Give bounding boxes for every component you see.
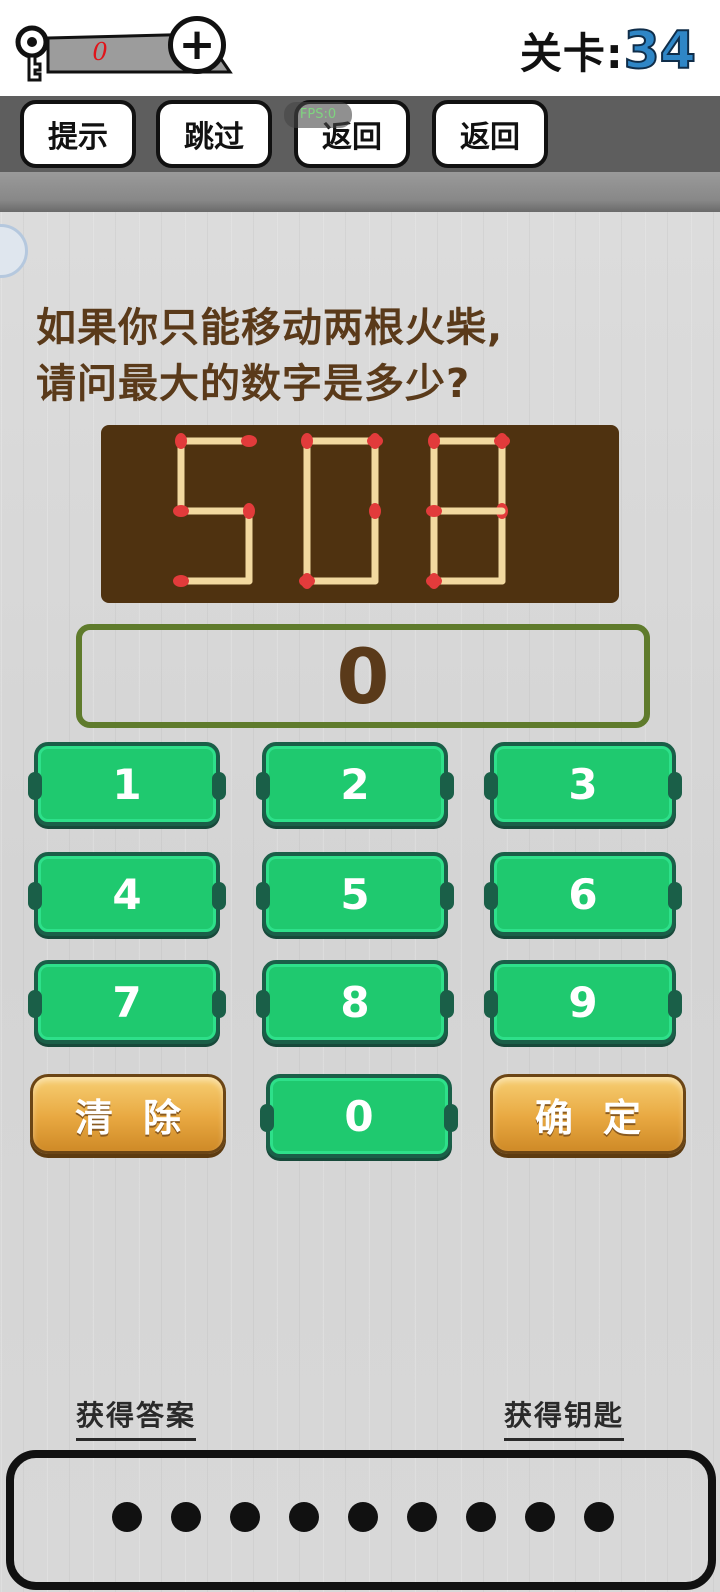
question-line-1: 如果你只能移动两根火柴,	[36, 305, 504, 351]
hint-button[interactable]: 提示	[20, 100, 136, 168]
answer-display: 0	[76, 624, 650, 728]
add-key-button[interactable]: +	[168, 16, 226, 74]
clear-button[interactable]: 清除	[30, 1074, 226, 1154]
key-1[interactable]: 1	[28, 742, 226, 826]
key-6[interactable]: 6	[484, 852, 682, 936]
key-9[interactable]: 9	[484, 960, 682, 1044]
matchstick-board	[101, 425, 619, 603]
match-head-8-b	[496, 433, 508, 449]
fps-badge: FPS:0	[284, 102, 352, 128]
get-key-link[interactable]: 获得钥匙	[504, 1394, 625, 1441]
passcode-dot	[466, 1502, 496, 1532]
key-5[interactable]: 5	[256, 852, 454, 936]
match-head-8-g	[426, 505, 442, 517]
passcode-dot	[348, 1502, 378, 1532]
key-2[interactable]: 2	[256, 742, 454, 826]
passcode-dot	[407, 1502, 437, 1532]
skip-button[interactable]: 跳过	[156, 100, 272, 168]
passcode-dot	[289, 1502, 319, 1532]
key-7[interactable]: 7	[28, 960, 226, 1044]
top-bar: 0 + 关卡: 34	[0, 0, 720, 96]
confirm-button[interactable]: 确定	[490, 1074, 686, 1154]
match-head-5-f	[175, 433, 187, 449]
get-answer-link[interactable]: 获得答案	[76, 1394, 197, 1441]
question-text: 如果你只能移动两根火柴, 请问最大的数字是多少?	[36, 300, 696, 412]
match-head-0-e	[301, 573, 313, 589]
match-head-0-c	[369, 503, 381, 519]
match-head-8-e	[428, 573, 440, 589]
key-count: 0	[92, 38, 108, 66]
match-head-0-f	[301, 433, 313, 449]
key-0[interactable]: 0	[260, 1074, 458, 1158]
match-head-5-d	[173, 575, 189, 587]
back-button-2[interactable]: 返回	[432, 100, 548, 168]
passcode-dot	[230, 1502, 260, 1532]
passcode-dot	[171, 1502, 201, 1532]
key-3[interactable]: 3	[484, 742, 682, 826]
passcode-dot	[584, 1502, 614, 1532]
match-head-5-g	[173, 505, 189, 517]
match-head-0-b	[369, 433, 381, 449]
level-label: 关卡:	[519, 29, 624, 78]
passcode-dot	[112, 1502, 142, 1532]
level-number: 34	[623, 20, 697, 82]
matchstick-digits	[173, 433, 510, 589]
match-head-8-f	[428, 433, 440, 449]
key-4[interactable]: 4	[28, 852, 226, 936]
question-line-2: 请问最大的数字是多少?	[36, 361, 471, 407]
match-head-5-a	[241, 435, 257, 447]
passcode-dot	[525, 1502, 555, 1532]
match-head-5-c	[243, 503, 255, 519]
toolbar-shadow	[0, 172, 720, 212]
level-indicator: 关卡: 34	[519, 20, 697, 82]
key-8[interactable]: 8	[256, 960, 454, 1044]
